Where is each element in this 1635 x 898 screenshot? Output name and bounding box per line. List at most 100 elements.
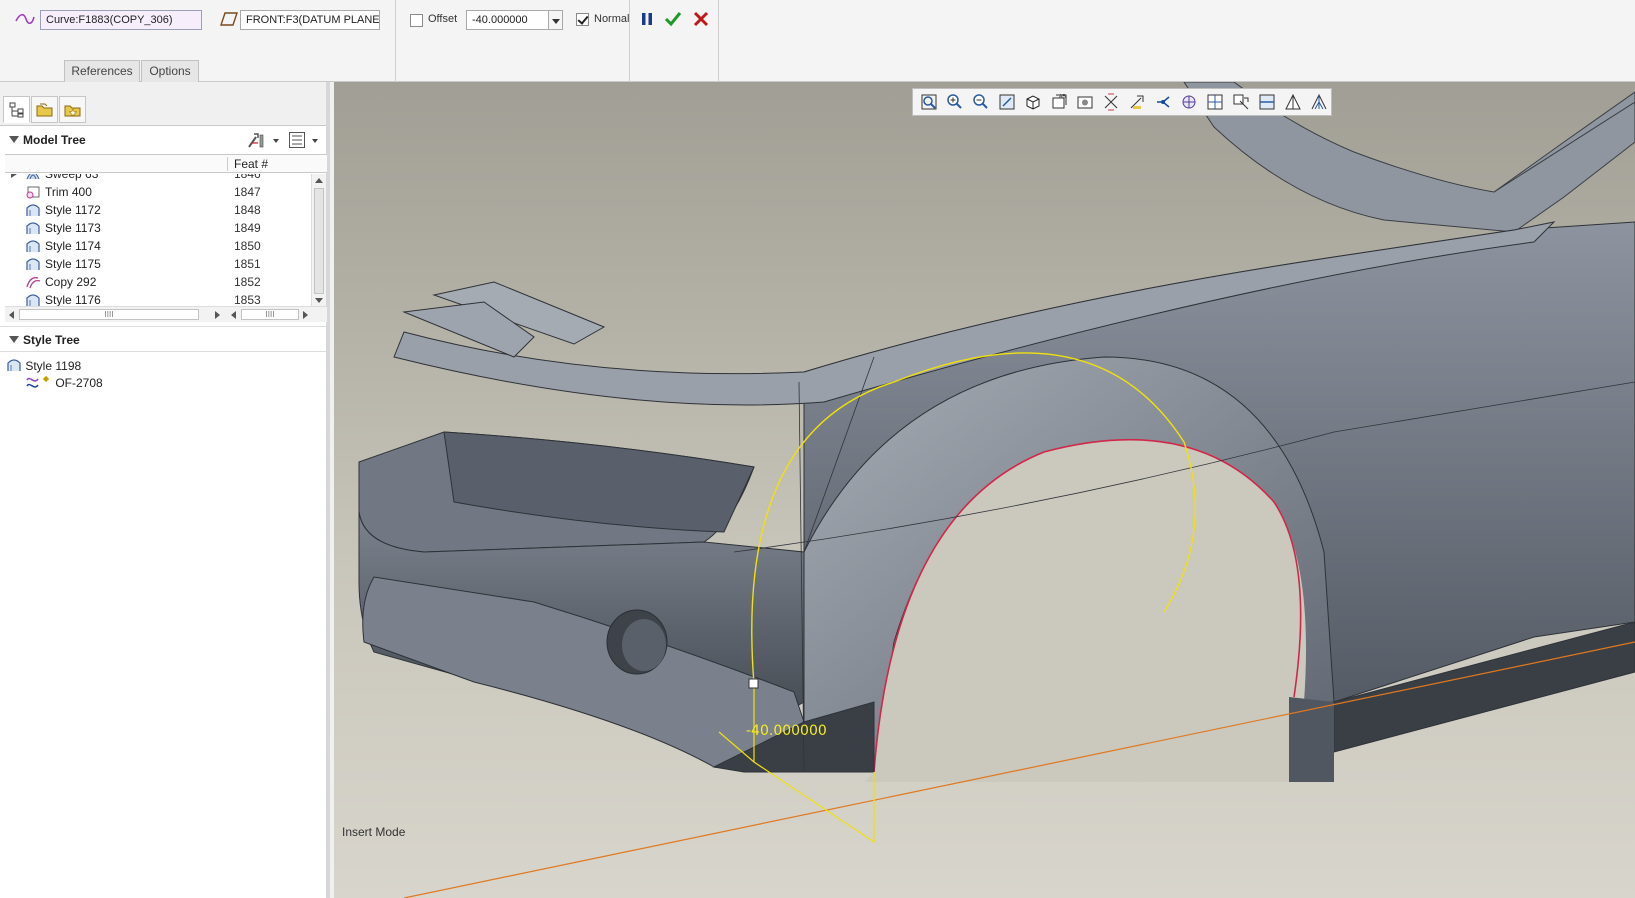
annotation-icon <box>1207 94 1223 110</box>
feat-column-header[interactable]: Feat # <box>227 157 268 171</box>
scroll-right-arrow[interactable] <box>215 311 220 319</box>
view-manager-icon <box>1026 95 1040 110</box>
perspective-button[interactable] <box>1281 90 1305 114</box>
orientation-icon <box>1311 93 1327 110</box>
tree-row-feat-number: 1850 <box>234 239 261 253</box>
tree-row[interactable]: Style 1172 1848 <box>5 201 310 219</box>
model-tree-hscroll[interactable]: IIII IIII <box>5 306 327 322</box>
cancel-button[interactable] <box>690 8 712 30</box>
tree-row[interactable]: Style 1174 1850 <box>5 237 310 255</box>
zoom-out-button[interactable] <box>969 90 993 114</box>
zoom-in-button[interactable] <box>943 90 967 114</box>
scroll-right-arrow[interactable] <box>303 311 308 319</box>
normal-checkbox[interactable] <box>576 13 589 26</box>
tree-row[interactable]: Style 1173 1849 <box>5 219 310 237</box>
model-tree-vscroll[interactable] <box>311 174 326 308</box>
close-icon <box>693 11 709 27</box>
offset-label: Offset <box>428 13 458 25</box>
point-display-button[interactable] <box>1151 90 1175 114</box>
model-tree-column-header: Feat # <box>5 154 327 173</box>
collapse-triangle-icon[interactable] <box>9 136 19 143</box>
copy-icon <box>25 275 41 289</box>
axis-display-button[interactable] <box>1125 90 1149 114</box>
offset-checkbox[interactable] <box>410 14 423 27</box>
tab-model-tree[interactable] <box>3 96 30 123</box>
tree-row-name: Style 1175 <box>45 257 101 271</box>
style-tree-item[interactable]: OF-2708 <box>26 375 103 391</box>
tree-row[interactable]: Sweep 63 1846 <box>5 174 310 183</box>
separator <box>395 0 396 82</box>
tree-row-feat-number: 1849 <box>234 221 261 235</box>
settings-button[interactable] <box>246 131 282 151</box>
tree-row-feat-number: 1847 <box>234 185 261 199</box>
tab-folder-browser[interactable] <box>31 96 58 123</box>
tree-row-name: Style 1173 <box>45 221 101 235</box>
scroll-left-arrow[interactable] <box>231 311 236 319</box>
plane-reference-field[interactable]: FRONT:F3(DATUM PLANE) <box>240 10 380 30</box>
scroll-thumb[interactable]: IIII <box>19 309 199 320</box>
tree-row[interactable]: Copy 292 1852 <box>5 273 310 291</box>
pause-button[interactable] <box>636 8 658 30</box>
refit-button[interactable] <box>917 90 941 114</box>
model-tree-list: Sweep 63 1846 Trim 400 1847 Style 1172 1848 St… <box>5 174 310 308</box>
zoom-in-icon <box>947 94 962 109</box>
sweep-icon <box>25 174 41 181</box>
list-icon <box>289 132 305 148</box>
accept-button[interactable] <box>662 8 684 30</box>
orientation-button[interactable] <box>1307 90 1331 114</box>
scroll-thumb[interactable] <box>314 188 324 294</box>
csys-display-button[interactable] <box>1177 90 1201 114</box>
offset-value-input[interactable]: -40.000000 <box>466 10 563 30</box>
curve-icon <box>14 8 36 30</box>
curve-reference-field[interactable]: Curve:F1883(COPY_306) <box>40 10 202 30</box>
navigator-panel: Model Tree Feat # Sweep 63 1846 Trim 400 18… <box>0 82 330 898</box>
axis-display-icon <box>1130 95 1144 109</box>
model-tree-title: Model Tree <box>23 133 86 147</box>
saved-views-icon: AB <box>1052 94 1067 109</box>
tab-favorites[interactable] <box>59 96 86 123</box>
style-tree-item[interactable]: Style 1198 <box>6 358 81 374</box>
collapse-triangle-icon[interactable] <box>9 336 19 343</box>
style-icon <box>7 359 21 371</box>
tab-references[interactable]: References <box>64 60 140 82</box>
tree-row-feat-number: 1848 <box>234 203 261 217</box>
expand-triangle-icon[interactable] <box>11 174 17 178</box>
tree-row-name: Style 1174 <box>45 239 101 253</box>
tree-row[interactable]: Trim 400 1847 <box>5 183 310 201</box>
saved-views-button[interactable]: AB <box>1047 90 1071 114</box>
separator <box>718 0 719 82</box>
scroll-left-arrow[interactable] <box>9 311 14 319</box>
display-style-icon <box>1077 96 1093 109</box>
section-button[interactable] <box>1255 90 1279 114</box>
perspective-icon <box>1285 93 1301 110</box>
point-display-icon <box>1157 96 1170 108</box>
folder-browser-icon <box>36 103 52 116</box>
style-icon <box>25 203 41 217</box>
spin-center-button[interactable] <box>1229 90 1253 114</box>
annotation-button[interactable] <box>1203 90 1227 114</box>
show-button[interactable] <box>288 131 324 151</box>
checkmark-icon <box>664 12 682 27</box>
plane-display-button[interactable] <box>1099 90 1123 114</box>
offset-dropdown-button[interactable] <box>548 11 562 29</box>
scroll-down-arrow[interactable] <box>315 298 323 303</box>
display-style-button[interactable] <box>1073 90 1097 114</box>
view-toolbar: AB <box>912 88 1332 116</box>
mode-status-text: Insert Mode <box>342 825 406 839</box>
repaint-button[interactable] <box>995 90 1019 114</box>
tree-row-name: Style 1172 <box>45 203 101 217</box>
model-tree-header[interactable]: Model Tree <box>0 126 326 156</box>
tree-row-name: Copy 292 <box>45 275 97 289</box>
tree-row[interactable]: Style 1175 1851 <box>5 255 310 273</box>
style-tree-header[interactable]: Style Tree <box>0 326 326 352</box>
offset-dimension-label[interactable]: -40.000000 <box>746 723 827 739</box>
view-manager-button[interactable] <box>1021 90 1045 114</box>
scroll-thumb[interactable]: IIII <box>241 309 299 320</box>
offset-value-text: -40.000000 <box>472 14 528 26</box>
tab-options[interactable]: Options <box>141 60 199 82</box>
tree-row-feat-number: 1851 <box>234 257 261 271</box>
trim-icon <box>25 185 41 199</box>
graphics-window[interactable]: -40.000000 AB Insert Mode <box>334 82 1635 898</box>
plane-display-icon <box>1104 93 1118 111</box>
scroll-up-arrow[interactable] <box>315 178 323 183</box>
